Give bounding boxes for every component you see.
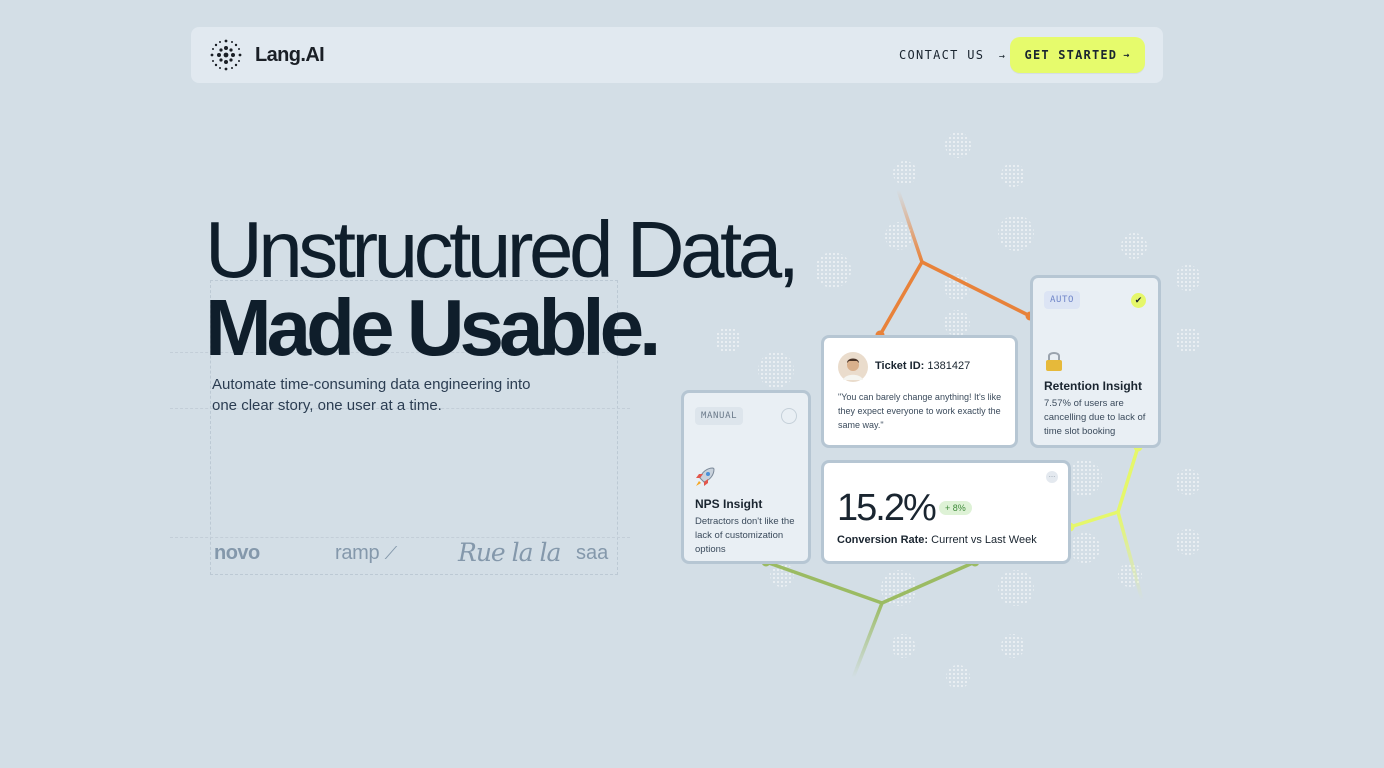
more-options-icon: … bbox=[1046, 471, 1058, 483]
ticket-quote: "You can barely change anything! It's li… bbox=[838, 392, 1002, 430]
get-started-label: GET STARTED bbox=[1024, 48, 1118, 62]
retention-insight-card: AUTO ✔ Retention Insight 7.57% of users … bbox=[1030, 275, 1161, 448]
conversion-rate-card: … 15.2% + 8% Conversion Rate: Current vs… bbox=[821, 460, 1071, 564]
contact-us-link[interactable]: CONTACT US → bbox=[899, 48, 1006, 62]
check-icon: ✔ bbox=[1131, 293, 1146, 308]
conversion-label: Conversion Rate: Current vs Last Week bbox=[837, 534, 1037, 546]
ticket-id-value: 1381427 bbox=[927, 360, 971, 372]
contact-us-label: CONTACT US bbox=[899, 48, 985, 62]
arrow-right-icon: → bbox=[1123, 49, 1131, 61]
avatar bbox=[838, 352, 868, 382]
retention-insight-title: Retention Insight bbox=[1044, 379, 1142, 393]
customer-logos: novo ramp ⟋ Rue la la saa bbox=[214, 538, 618, 574]
ramp-logo-text: ramp bbox=[335, 542, 380, 564]
novo-logo: novo bbox=[214, 542, 260, 564]
conversion-label-rest: Current vs Last Week bbox=[931, 534, 1037, 546]
retention-insight-text: 7.57% of users are cancelling due to lac… bbox=[1044, 398, 1146, 437]
ticket-card: Ticket ID: 1381427 "You can barely chang… bbox=[821, 335, 1018, 448]
hero-title-line-1: Unstructured Data, bbox=[205, 205, 800, 294]
ticket-id: Ticket ID: 1381427 bbox=[875, 360, 970, 372]
lang-ai-logo-icon[interactable] bbox=[208, 37, 244, 73]
background-decoration bbox=[715, 132, 1201, 689]
manual-tag: MANUAL bbox=[695, 407, 744, 425]
top-navbar: Lang.AI CONTACT US → GET STARTED → bbox=[191, 27, 1163, 83]
ticket-id-label: Ticket ID: bbox=[875, 360, 925, 372]
ramp-logo: ramp ⟋ bbox=[335, 542, 397, 564]
conversion-value: 15.2% bbox=[837, 487, 937, 529]
logo-text[interactable]: Lang.AI bbox=[255, 44, 325, 67]
rocket-icon bbox=[696, 467, 715, 486]
hero-subtitle: Automate time-consuming data engineering… bbox=[212, 376, 531, 414]
arrow-right-icon: → bbox=[998, 51, 1007, 62]
nps-insight-title: NPS Insight bbox=[695, 497, 763, 511]
green-connector bbox=[761, 557, 980, 680]
lock-icon bbox=[1046, 352, 1062, 371]
saa-logo: saa bbox=[576, 542, 609, 564]
delta-badge: + 8% bbox=[939, 501, 972, 515]
auto-tag: AUTO bbox=[1044, 291, 1081, 309]
rue-la-la-logo: Rue la la bbox=[458, 538, 561, 567]
nps-insight-card: MANUAL NPS Insight Detractors don't like… bbox=[681, 390, 811, 564]
conversion-label-bold: Conversion Rate: bbox=[837, 534, 929, 546]
get-started-button[interactable]: GET STARTED → bbox=[1010, 37, 1145, 73]
hero-title-line-2: Made Usable. bbox=[205, 283, 661, 372]
nps-insight-text: Detractors don't like the lack of custom… bbox=[695, 516, 795, 555]
status-circle-icon bbox=[781, 408, 797, 424]
